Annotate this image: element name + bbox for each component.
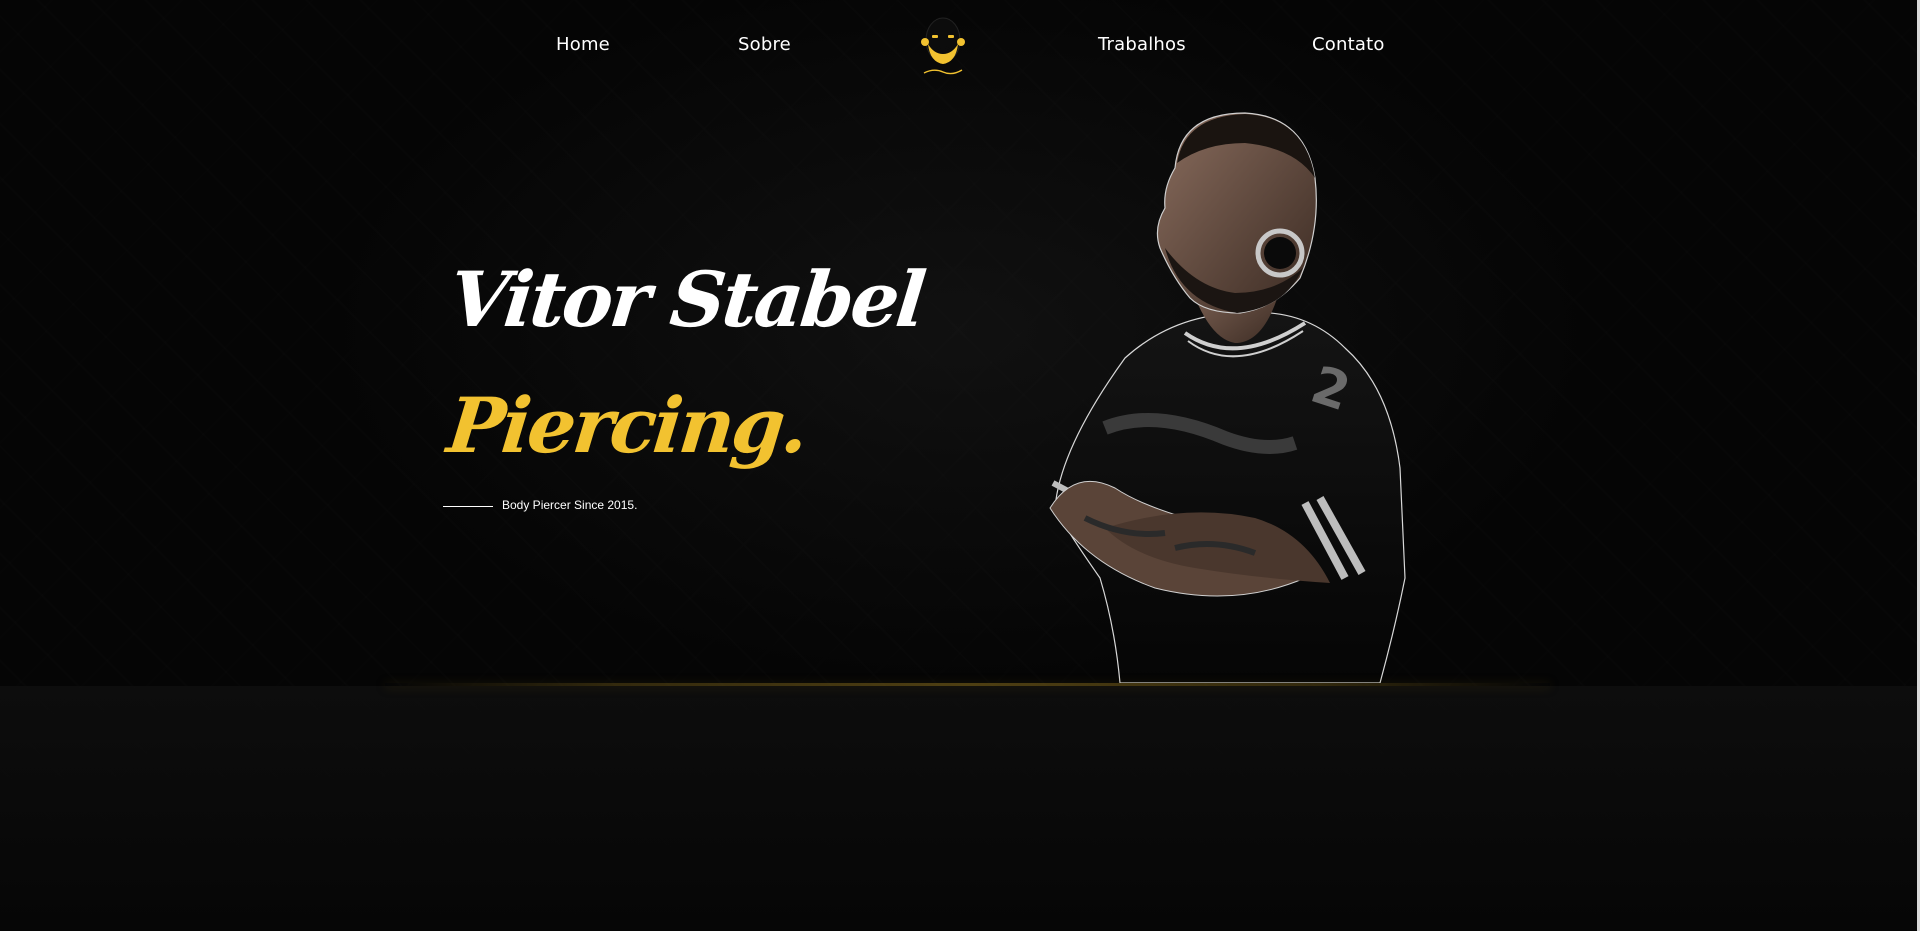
hero-subtitle: Piercing.	[443, 381, 811, 470]
nav-home-link[interactable]: Home	[556, 34, 610, 55]
tagline-divider	[443, 506, 493, 507]
stabel-piercer-logo[interactable]	[916, 10, 970, 82]
main-nav: Home Sobre Trabalhos Contato	[0, 0, 1920, 96]
page: Home Sobre Trabalhos Contato Vitor Stabe…	[0, 0, 1920, 931]
portrait-image: 2	[1049, 112, 1406, 683]
section-divider	[385, 683, 1550, 686]
lower-section	[0, 686, 1920, 931]
nav-trabalhos-link[interactable]: Trabalhos	[1098, 34, 1186, 55]
nav-contato-link[interactable]: Contato	[1312, 34, 1385, 55]
hero-name: Vitor Stabel	[445, 255, 928, 344]
nav-sobre-link[interactable]: Sobre	[738, 34, 791, 55]
hero-tagline: Body Piercer Since 2015.	[502, 498, 638, 512]
